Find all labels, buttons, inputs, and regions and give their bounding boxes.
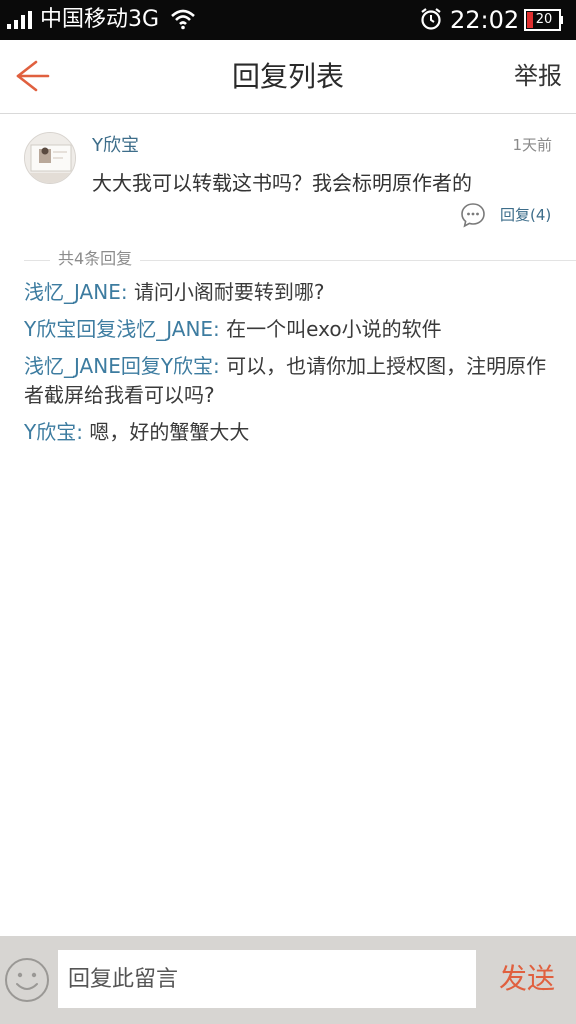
reply-item[interactable]: Y欣宝: 嗯，好的蟹蟹大大 [24,418,552,447]
reply-author[interactable]: Y欣宝 [24,420,76,444]
signal-bars-icon [7,11,32,29]
reply-item[interactable]: 浅忆_JANE: 请问小阁耐要转到哪? [24,278,552,307]
reply-count-link[interactable]: 回复(4) [500,204,551,226]
reply-text: 在一个叫exo小说的软件 [226,317,442,341]
replies-count-label: 共4条回复 [50,246,141,272]
send-button[interactable]: 发送 [490,958,564,1000]
back-arrow-icon[interactable] [10,54,54,98]
clock-time: 22:02 [450,6,520,34]
reply-word: 回复 [76,317,117,341]
status-bar: 中国移动3G 22:02 20 [0,0,576,40]
header: 回复列表 举报 [0,40,576,114]
reply-item[interactable]: Y欣宝回复浅忆_JANE: 在一个叫exo小说的软件 [24,315,552,344]
reply-colon: : [213,317,220,341]
reply-input[interactable] [58,950,476,1008]
reply-text: 请问小阁耐要转到哪? [133,280,325,304]
reply-colon: : [213,354,220,378]
report-button[interactable]: 举报 [514,56,562,96]
reply-word: 回复 [120,354,161,378]
reply-input-bar: 发送 [0,936,576,1024]
reply-list: 浅忆_JANE: 请问小阁耐要转到哪? Y欣宝回复浅忆_JANE: 在一个叫ex… [24,278,552,455]
original-post: Y欣宝 1天前 大大我可以转载这书吗？我会标明原作者的 回复(4) [0,114,576,244]
reply-target[interactable]: Y欣宝 [161,354,213,378]
battery-level: 20 [535,12,553,27]
avatar-image [25,133,75,183]
wifi-icon [171,9,195,30]
alarm-clock-icon [421,8,441,30]
reply-author[interactable]: 浅忆_JANE [24,280,121,304]
comment-bubble-icon[interactable] [460,202,486,228]
reply-text: 嗯，好的蟹蟹大大 [89,420,250,444]
reply-author[interactable]: 浅忆_JANE [24,354,121,378]
post-content: 大大我可以转载这书吗？我会标明原作者的 [92,171,472,195]
post-author[interactable]: Y欣宝 [92,134,139,158]
page-title: 回复列表 [231,60,344,93]
reply-colon: : [76,420,83,444]
carrier-label: 中国移动3G [40,7,160,32]
reply-colon: : [120,280,128,304]
post-time: 1天前 [512,136,552,154]
reply-item[interactable]: 浅忆_JANE回复Y欣宝: 可以，也请你加上授权图，注明原作者截屏给我看可以吗? [24,352,552,410]
reply-author[interactable]: Y欣宝 [24,317,76,341]
replies-divider: 共4条回复 [0,244,576,274]
reply-target[interactable]: 浅忆_JANE [116,317,213,341]
smiley-face-icon[interactable] [2,954,52,1006]
avatar[interactable] [24,132,76,184]
